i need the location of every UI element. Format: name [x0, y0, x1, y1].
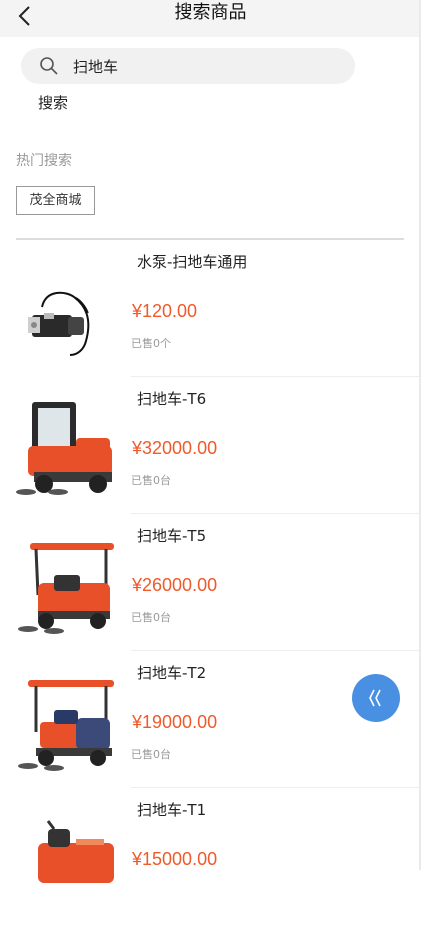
- search-button[interactable]: 搜索: [38, 92, 68, 113]
- row-separator: [131, 787, 421, 788]
- product-item[interactable]: 扫地车-T6 ¥32000.00 已售0台: [0, 378, 421, 515]
- product-sold-count: 已售0个: [131, 337, 171, 350]
- page-title: 搜索商品: [174, 2, 247, 23]
- back-to-top-button[interactable]: [352, 674, 400, 722]
- product-image-water-pump: [28, 291, 90, 356]
- product-price: ¥26000.00: [132, 575, 218, 595]
- product-price: ¥19000.00: [132, 712, 218, 732]
- product-name: 扫地车-T1: [137, 801, 207, 819]
- product-sold-count: 已售0台: [131, 611, 171, 624]
- row-separator: [131, 650, 421, 651]
- product-image-open-sweeper: [38, 820, 114, 883]
- row-separator: [131, 376, 421, 377]
- row-separator: [131, 513, 421, 514]
- product-image-canopy-sweeper: [18, 543, 114, 634]
- product-sold-count: 已售0台: [131, 748, 171, 761]
- search-box[interactable]: [21, 48, 355, 84]
- product-item[interactable]: 扫地车-T5 ¥26000.00 已售0台: [0, 515, 421, 652]
- product-price: ¥32000.00: [132, 438, 218, 458]
- hot-search-title: 热门搜索: [16, 153, 72, 169]
- product-name: 扫地车-T5: [137, 527, 207, 545]
- double-chevron-left-icon: [369, 689, 381, 707]
- product-name: 扫地车-T6: [137, 390, 207, 408]
- product-image-canopy-sweeper-blue: [18, 680, 114, 771]
- product-name: 水泵-扫地车通用: [137, 253, 248, 271]
- product-price: ¥15000.00: [132, 849, 218, 869]
- hot-search-tag[interactable]: 茂全商城: [16, 186, 95, 215]
- product-image-cab-sweeper: [16, 402, 112, 495]
- search-input[interactable]: [73, 48, 333, 84]
- product-item[interactable]: 扫地车-T1 ¥15000.00: [0, 789, 421, 926]
- header-bar: 搜索商品: [0, 0, 421, 37]
- product-price: ¥120.00: [132, 301, 198, 321]
- divider: [16, 238, 404, 240]
- product-item[interactable]: 水泵-扫地车通用 ¥120.00 已售0个: [0, 241, 421, 378]
- product-item[interactable]: 扫地车-T2 ¥19000.00 已售0台: [0, 652, 421, 789]
- product-sold-count: 已售0台: [131, 474, 171, 487]
- search-icon: [40, 57, 58, 75]
- product-name: 扫地车-T2: [137, 664, 207, 682]
